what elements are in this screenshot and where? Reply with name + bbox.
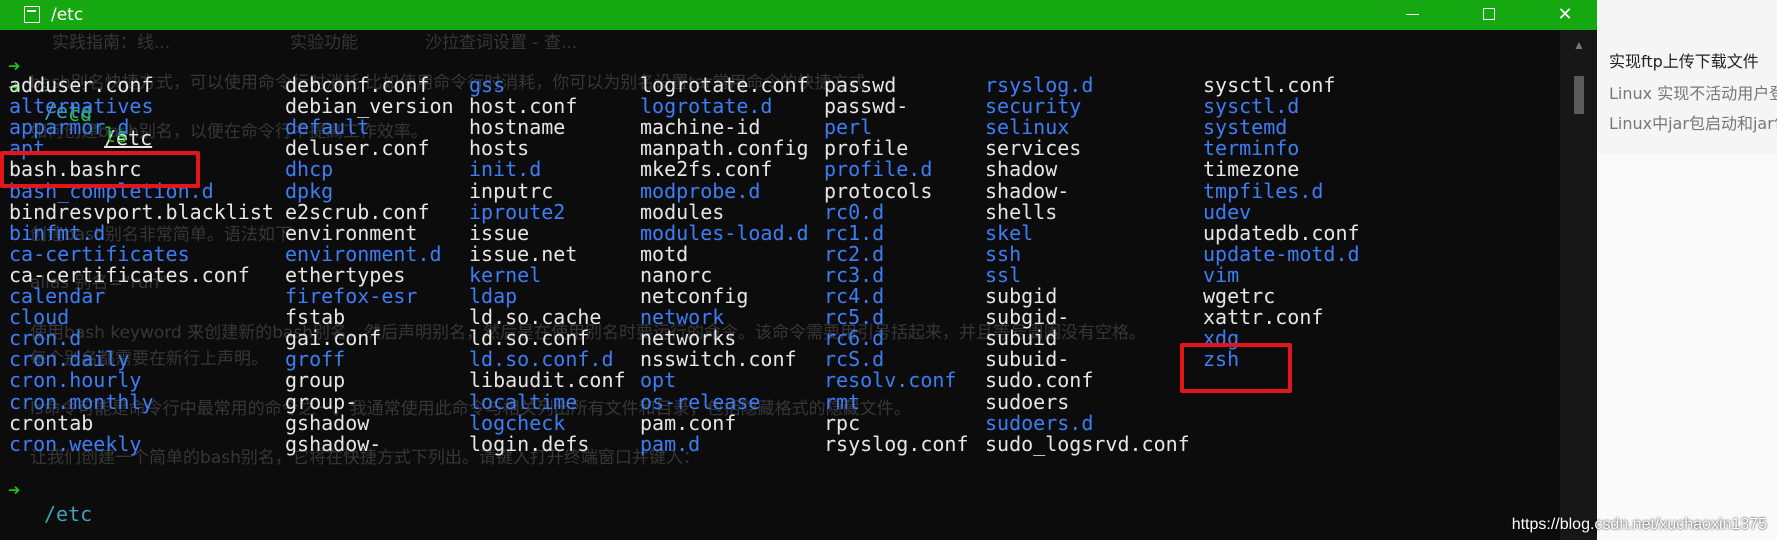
prompt-line: ➜ /etc ls	[0, 51, 128, 147]
ls-entry-file: sudo_logsrvd.conf	[985, 431, 1190, 456]
close-button[interactable]: ✕	[1537, 0, 1593, 30]
maximize-button[interactable]	[1461, 0, 1517, 30]
ls-entry-file: login.defs	[469, 431, 590, 456]
highlight-box	[1180, 343, 1292, 393]
minimize-button[interactable]	[1385, 0, 1441, 30]
scrollbar-thumb[interactable]	[1574, 76, 1584, 114]
watermark: https://blog.csdn.net/xuchaoxin1375	[1511, 516, 1767, 533]
scrollbar[interactable]: ▲	[1560, 30, 1597, 540]
highlight-box	[0, 151, 200, 188]
prompt-cwd: /etc	[44, 502, 93, 526]
ghost-text: 沙拉查词设置 - 查...	[425, 33, 578, 53]
sidebar-link[interactable]: Linux 实现不活动用户登录超时	[1609, 80, 1777, 104]
title-bar[interactable]: /etc ✕	[0, 0, 1597, 30]
terminal-window: /etc ✕ 实践指南：线... 实验功能 沙拉查词设置 - 查... bash…	[0, 0, 1597, 540]
minimize-icon	[1406, 14, 1419, 15]
ghost-text: 实验功能	[290, 33, 358, 53]
prompt-arrow-icon: ➜	[8, 478, 21, 502]
prompt-line: ➜ /etc	[0, 454, 92, 526]
ls-entry-directory: pam.d	[640, 431, 701, 456]
terminal-icon	[24, 6, 40, 23]
background-page: 实现ftp上传下载文件 Linux 实现不活动用户登录超时 Linux中jar包…	[1597, 0, 1777, 540]
sidebar-link[interactable]: 实现ftp上传下载文件	[1609, 48, 1759, 72]
ls-entry-file: rsyslog.conf	[824, 431, 969, 456]
window-title: /etc	[51, 5, 84, 25]
ls-entry-file: gshadow-	[285, 431, 382, 456]
sidebar-link[interactable]: Linux中jar包启动和jar包后台运行	[1609, 110, 1777, 134]
ls-entry-directory: cron.weekly	[9, 431, 142, 456]
maximize-icon	[1483, 8, 1495, 20]
scroll-up-icon[interactable]: ▲	[1573, 38, 1585, 52]
